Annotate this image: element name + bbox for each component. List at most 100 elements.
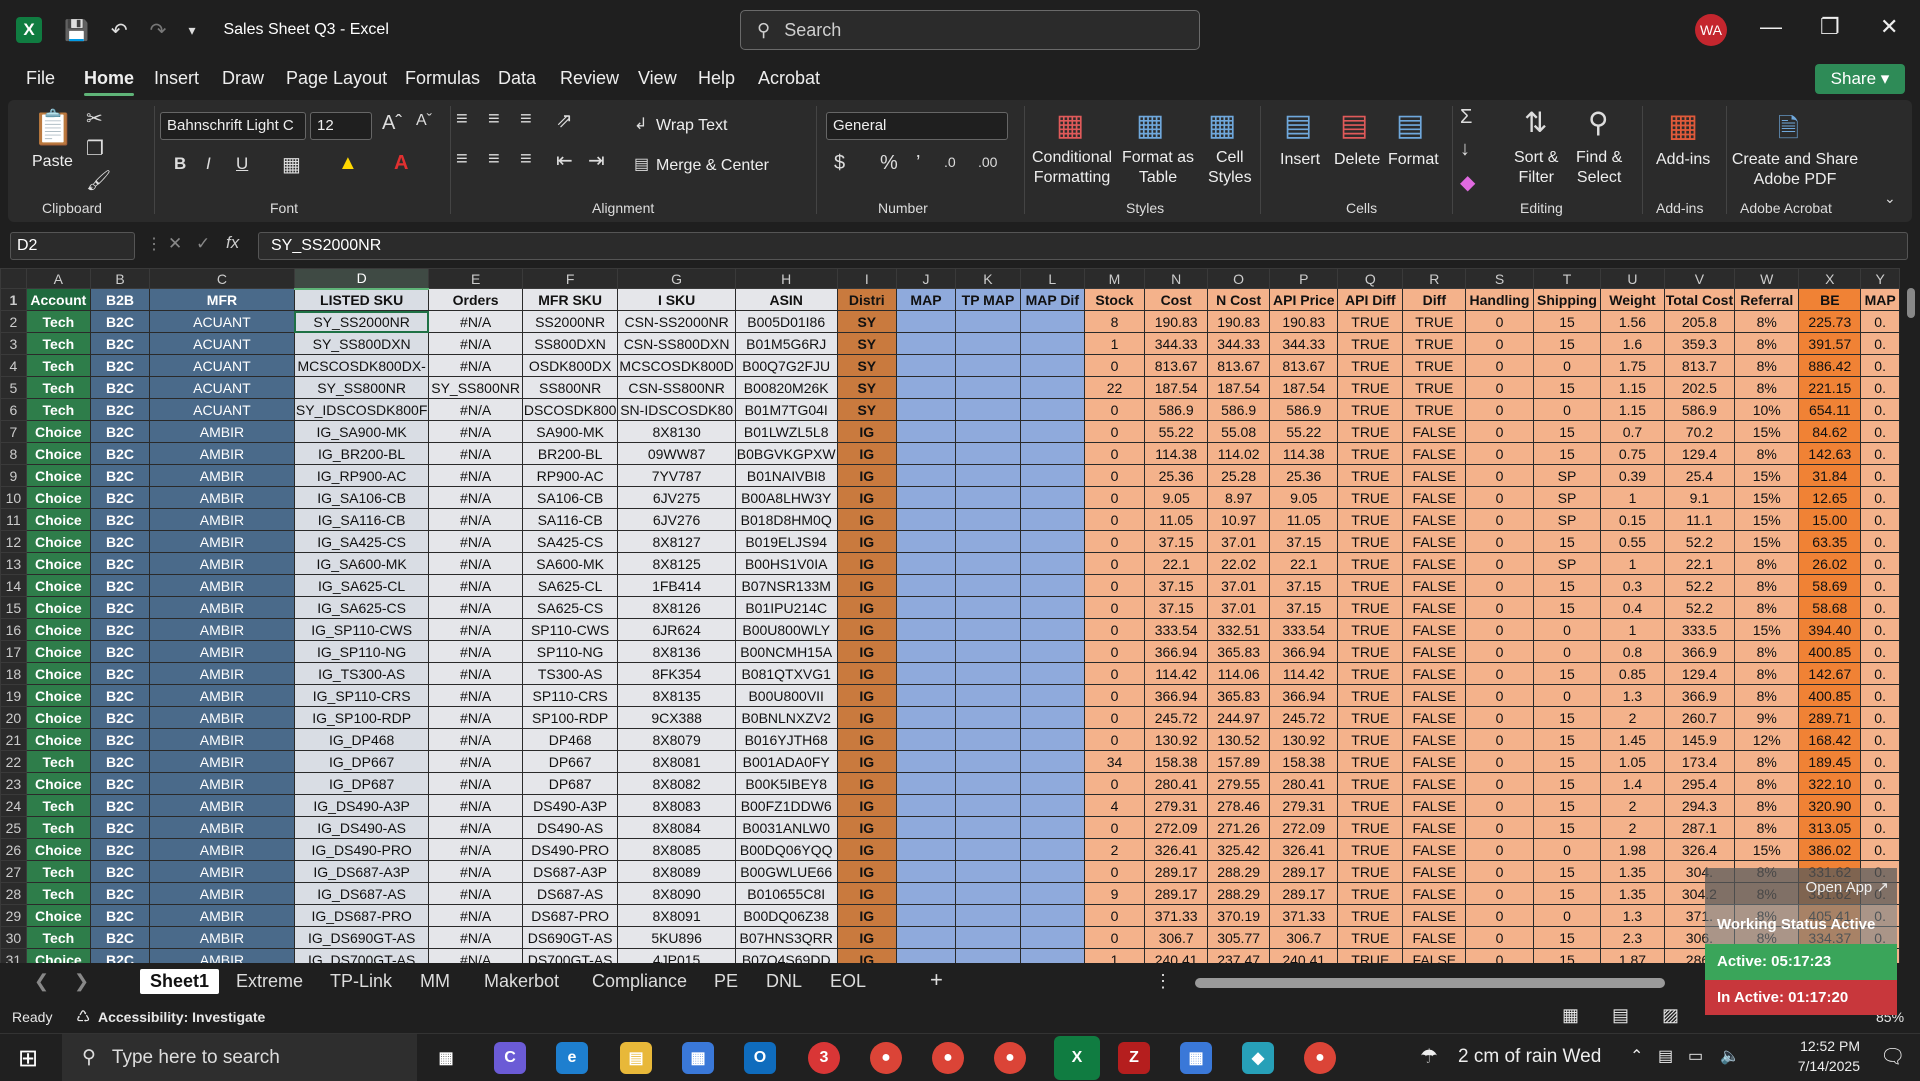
column-header-e[interactable]: E — [428, 268, 523, 289]
data-cell[interactable]: 333.54 — [1269, 618, 1339, 641]
data-cell[interactable]: FALSE — [1402, 882, 1467, 905]
data-cell[interactable]: 8X8085 — [617, 838, 736, 861]
data-cell[interactable]: 1.35 — [1600, 882, 1665, 905]
data-cell[interactable]: 289.17 — [1269, 882, 1339, 905]
data-cell[interactable]: Choice — [25, 640, 92, 663]
data-cell[interactable] — [895, 904, 956, 927]
data-cell[interactable]: 0 — [1083, 618, 1146, 641]
data-cell[interactable]: DP468 — [521, 728, 619, 751]
data-cell[interactable] — [1019, 882, 1085, 905]
data-cell[interactable] — [1019, 684, 1085, 707]
font-name-select[interactable]: Bahnschrift Light C — [160, 112, 306, 140]
data-cell[interactable] — [954, 332, 1021, 355]
data-cell[interactable]: IG — [836, 816, 897, 839]
data-cell[interactable]: AMBIR — [149, 904, 295, 927]
data-cell[interactable]: Tech — [25, 882, 92, 905]
file-explorer-icon[interactable]: ▤ — [620, 1042, 652, 1074]
data-cell[interactable]: 15 — [1532, 816, 1602, 839]
data-cell[interactable]: IG — [836, 530, 897, 553]
data-cell[interactable]: IG_SA625-CS — [293, 596, 430, 619]
data-cell[interactable]: TRUE — [1337, 486, 1404, 509]
column-header-l[interactable]: L — [1019, 268, 1085, 289]
column-title-cell[interactable]: Account — [25, 288, 92, 311]
copy-icon[interactable]: ❐ — [86, 136, 104, 161]
data-cell[interactable] — [1019, 728, 1085, 751]
column-title-cell[interactable]: LISTED SKU — [293, 288, 430, 311]
menu-file[interactable]: File — [26, 68, 55, 89]
bold-icon[interactable]: B — [174, 154, 186, 174]
data-cell[interactable]: TRUE — [1402, 310, 1467, 333]
data-cell[interactable]: IG — [836, 552, 897, 575]
column-header-b[interactable]: B — [90, 268, 150, 289]
data-cell[interactable]: SS2000NR — [521, 310, 619, 333]
data-cell[interactable] — [1019, 552, 1085, 575]
data-cell[interactable]: IG — [836, 838, 897, 861]
data-cell[interactable]: 391.57 — [1798, 332, 1862, 355]
data-cell[interactable]: 55.08 — [1206, 420, 1271, 443]
column-title-cell[interactable]: I SKU — [617, 288, 736, 311]
sort-filter-button[interactable]: Sort & Filter — [1514, 148, 1558, 188]
data-cell[interactable]: B01LWZL5L8 — [734, 420, 838, 443]
data-cell[interactable]: 1.6 — [1600, 332, 1665, 355]
customize-qat-icon[interactable]: ▾ — [188, 22, 195, 39]
data-cell[interactable]: Tech — [25, 354, 92, 377]
data-cell[interactable]: 130.52 — [1206, 728, 1271, 751]
data-cell[interactable] — [895, 750, 956, 773]
data-cell[interactable]: SY — [836, 332, 897, 355]
find-select-button[interactable]: Find & Select — [1576, 148, 1622, 188]
paste-icon[interactable]: 📋 — [32, 108, 74, 148]
data-cell[interactable]: IG — [836, 442, 897, 465]
data-cell[interactable]: B2C — [90, 530, 150, 553]
data-cell[interactable] — [954, 684, 1021, 707]
data-cell[interactable]: 6JR624 — [617, 618, 736, 641]
data-cell[interactable]: FALSE — [1402, 464, 1467, 487]
clock-date[interactable]: 7/14/2025 — [1778, 1058, 1860, 1074]
data-cell[interactable]: B2C — [90, 794, 150, 817]
data-cell[interactable]: 288.29 — [1206, 860, 1271, 883]
number-format-select[interactable]: General — [826, 112, 1008, 140]
data-cell[interactable]: B2C — [90, 310, 150, 333]
data-cell[interactable]: FALSE — [1402, 794, 1467, 817]
data-cell[interactable]: 8% — [1734, 552, 1800, 575]
data-cell[interactable]: 9 — [1083, 882, 1146, 905]
data-cell[interactable]: 11.1 — [1663, 508, 1736, 531]
battery-icon[interactable]: ▭ — [1688, 1046, 1703, 1066]
data-cell[interactable]: BR200-BL — [521, 442, 619, 465]
data-cell[interactable]: ACUANT — [149, 376, 295, 399]
horizontal-scrollbar[interactable] — [1195, 978, 1665, 988]
data-cell[interactable]: Choice — [25, 904, 92, 927]
data-cell[interactable] — [954, 816, 1021, 839]
data-cell[interactable]: 8% — [1734, 640, 1800, 663]
format-as-table-button[interactable]: Format as Table — [1122, 148, 1194, 188]
name-box[interactable]: D2 — [10, 232, 135, 260]
data-cell[interactable] — [954, 728, 1021, 751]
decrease-font-icon[interactable]: Aˇ — [416, 112, 432, 130]
data-cell[interactable]: #N/A — [428, 662, 523, 685]
column-title-cell[interactable]: API Price — [1269, 288, 1339, 311]
data-cell[interactable] — [954, 860, 1021, 883]
data-cell[interactable]: 9.05 — [1269, 486, 1339, 509]
data-cell[interactable] — [954, 662, 1021, 685]
data-cell[interactable]: 114.38 — [1269, 442, 1339, 465]
data-cell[interactable]: #N/A — [428, 860, 523, 883]
data-cell[interactable]: B010655C8I — [734, 882, 838, 905]
data-cell[interactable]: 0. — [1860, 596, 1900, 619]
data-cell[interactable] — [1019, 640, 1085, 663]
data-cell[interactable]: TRUE — [1337, 772, 1404, 795]
row-header[interactable]: 14 — [0, 574, 27, 597]
data-cell[interactable]: IG — [836, 904, 897, 927]
data-cell[interactable]: 22 — [1083, 376, 1146, 399]
data-cell[interactable]: B2C — [90, 750, 150, 773]
row-header[interactable]: 11 — [0, 508, 27, 531]
data-cell[interactable]: IG — [836, 860, 897, 883]
data-cell[interactable]: 0. — [1860, 750, 1900, 773]
data-cell[interactable]: 8% — [1734, 332, 1800, 355]
data-cell[interactable]: 394.40 — [1798, 618, 1862, 641]
data-cell[interactable]: 8X8127 — [617, 530, 736, 553]
row-header[interactable]: 26 — [0, 838, 27, 861]
data-cell[interactable]: IG — [836, 794, 897, 817]
data-cell[interactable]: #N/A — [428, 398, 523, 421]
data-cell[interactable] — [1019, 530, 1085, 553]
task-view-icon[interactable]: ▦ — [430, 1042, 462, 1074]
taskbar-search[interactable]: ⚲ Type here to search — [62, 1034, 417, 1081]
